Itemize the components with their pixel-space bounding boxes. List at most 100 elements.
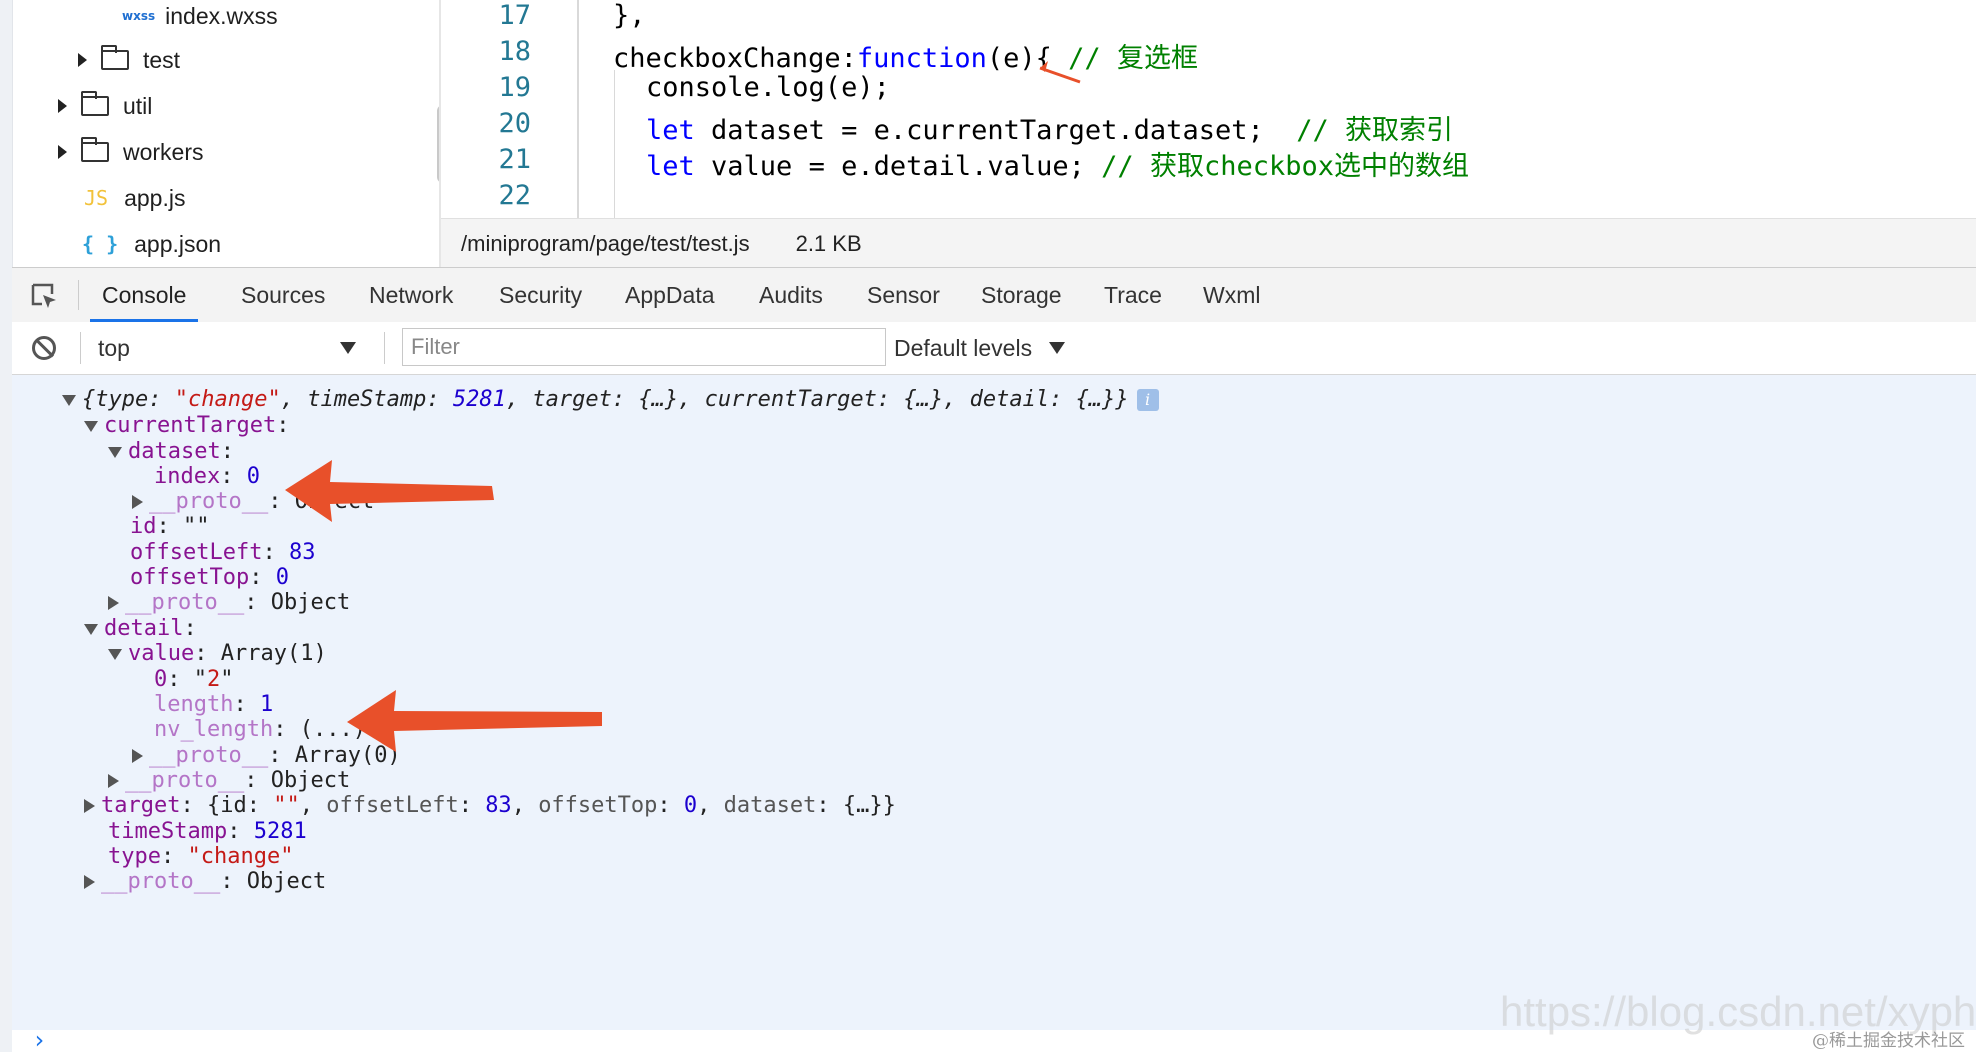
tab-sources[interactable]: Sources [241,268,325,322]
prop-key: __proto__ [101,869,221,894]
caret-down-icon[interactable] [1049,342,1065,354]
summary-key: type [95,387,149,412]
code-editor[interactable]: 17 18 19 20 21 22 }, checkboxChange:func… [441,0,1976,218]
code-line-17[interactable]: }, [613,0,646,31]
top-panel: wxss index.wxss test util workers JS app… [0,0,1976,268]
tab-network[interactable]: Network [369,268,453,322]
prop-value: Object [270,590,351,615]
summary-value: {…} [903,387,944,412]
toolbar-divider [80,332,81,364]
toolbar-divider [78,280,79,310]
expand-down-icon[interactable] [84,420,98,432]
clear-console-icon[interactable] [32,336,56,360]
tree-item-label: index.wxss [165,2,278,29]
preview-brace: { [206,793,221,818]
tree-item-index-wxss[interactable]: wxss index.wxss [122,0,278,38]
prop-key: index [154,464,221,489]
prop-key: __proto__ [149,743,269,768]
tab-audits[interactable]: Audits [759,268,823,322]
caret-right-icon[interactable] [58,99,67,113]
info-icon[interactable]: i [1136,389,1159,411]
tab-security[interactable]: Security [499,268,582,322]
prop-value: Array(1) [220,641,327,666]
expand-right-icon[interactable] [108,774,119,788]
prop-value: 0 [246,464,260,489]
code-line-18[interactable]: checkboxChange:function(e){ // 复选框 [613,36,1198,75]
log-levels-dropdown[interactable]: Default levels [894,322,1032,374]
console-output[interactable]: {type: "change", timeStamp: 5281, target… [12,375,1976,1030]
code-comment: // 复选框 [1068,43,1198,74]
tab-sensor[interactable]: Sensor [867,268,940,322]
file-size: 2.1 KB [795,230,862,256]
preview-brace: } [882,793,896,818]
code-text: checkboxChange: [613,43,857,74]
toolbar-divider [384,332,385,364]
line-number: 18 [498,36,531,67]
expand-right-icon[interactable] [132,749,143,763]
summary-value: 5281 [452,387,506,412]
js-icon: JS [84,186,109,210]
code-keyword: let [646,151,695,182]
inspect-element-icon[interactable] [30,282,58,310]
tree-item-util[interactable]: util [58,84,152,128]
prop-key: value [128,641,195,666]
code-line-20[interactable]: let dataset = e.currentTarget.dataset; /… [646,108,1453,147]
caret-right-icon[interactable] [78,53,87,67]
expand-down-icon[interactable] [84,623,98,635]
console-filter-bar: top Default levels [12,322,1976,375]
tab-trace[interactable]: Trace [1104,268,1162,322]
expand-down-icon[interactable] [108,446,122,458]
preview-value: "" [273,793,300,818]
tree-item-workers[interactable]: workers [58,130,204,174]
prop-key: dataset [128,439,221,464]
line-number: 19 [498,72,531,103]
summary-key: timeStamp [307,387,427,412]
prop-key: __proto__ [149,489,269,514]
tab-appdata[interactable]: AppData [625,268,715,322]
caret-down-icon[interactable] [340,342,356,354]
prop-value: Object [270,768,351,793]
expand-down-icon[interactable] [108,648,122,660]
prop-value: 1 [259,692,274,717]
prop-key: length [154,692,234,717]
file-tree: wxss index.wxss test util workers JS app… [12,0,449,267]
tree-item-app-js[interactable]: JS app.js [84,176,185,220]
filter-input[interactable] [402,328,886,366]
expand-right-icon[interactable] [84,799,95,813]
prop-value: "2" [194,667,234,692]
line-number: 17 [498,0,531,31]
string-content: 2 [207,667,221,692]
prop-value: "" [183,514,210,539]
prop-key: 0 [154,667,168,692]
expand-right-icon[interactable] [84,875,95,889]
tree-item-app-json[interactable]: { } app.json [82,222,221,266]
caret-right-icon[interactable] [58,145,67,159]
code-line-19[interactable]: console.log(e); [646,72,890,103]
context-selector[interactable]: top [98,322,130,374]
tree-row-proto[interactable]: __proto__: Object [84,867,326,897]
prop-key: type [108,844,161,869]
prop-value: Object [294,489,375,514]
tree-item-test[interactable]: test [78,38,180,82]
code-line-21[interactable]: let value = e.detail.value; // 获取checkbo… [646,144,1469,183]
tab-console[interactable]: Console [90,268,199,322]
summary-value: {…} [638,387,679,412]
expand-right-icon[interactable] [108,596,119,610]
wxss-icon: wxss [122,9,156,23]
tab-storage[interactable]: Storage [981,268,1062,322]
preview-key: offsetTop [538,793,658,818]
folder-icon [101,45,129,70]
string-quote: " [220,667,234,692]
preview-key: offsetLeft [326,793,459,818]
code-text: (e){ [986,43,1069,74]
prop-value: Array(0) [294,743,401,768]
tab-wxml[interactable]: Wxml [1203,268,1260,322]
expand-down-icon[interactable] [62,394,76,406]
code-keyword: let [646,115,695,146]
code-text: }, [613,0,646,31]
preview-key: dataset [723,793,817,818]
expand-right-icon[interactable] [132,495,143,509]
prop-key: target [101,793,181,818]
summary-key: detail [969,387,1050,412]
code-comment: // 获取checkbox选中的数组 [1101,151,1469,182]
